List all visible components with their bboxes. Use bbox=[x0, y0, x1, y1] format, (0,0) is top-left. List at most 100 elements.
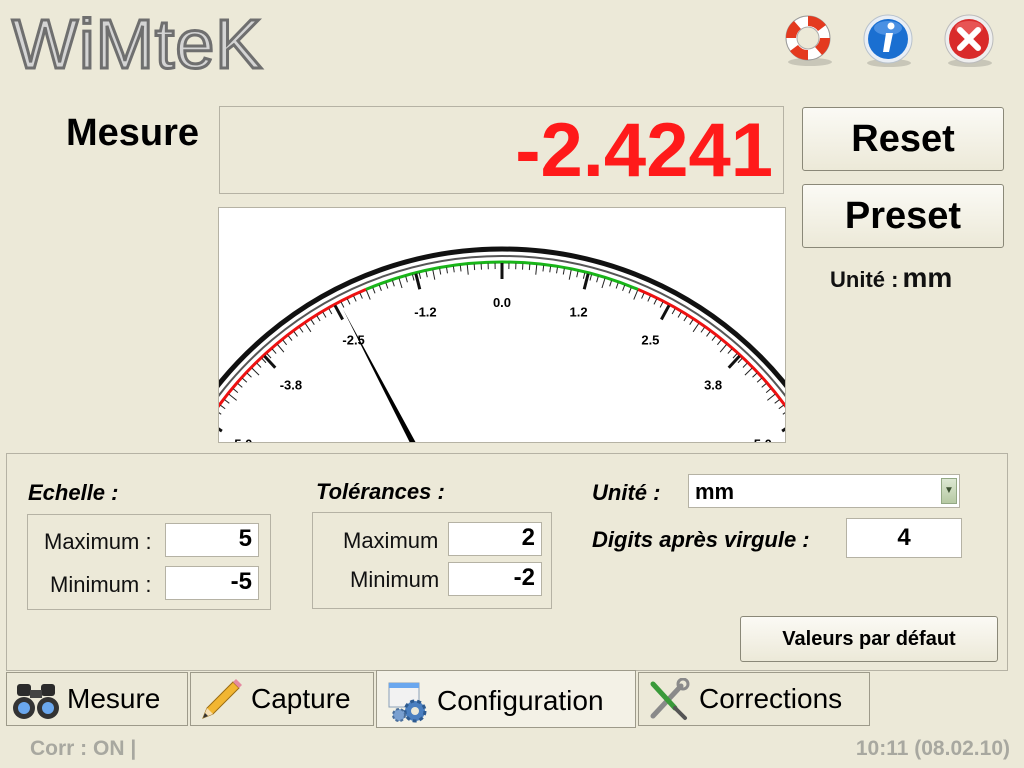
gauge-tick bbox=[322, 312, 327, 318]
unit-select-value: mm bbox=[695, 479, 735, 504]
gauge-tick bbox=[727, 348, 733, 354]
echelle-max-label: Maximum : bbox=[44, 529, 152, 554]
gauge-tick bbox=[282, 339, 288, 346]
gauge-tick bbox=[256, 362, 262, 368]
gauge-tick bbox=[228, 393, 237, 401]
gauge-major-tick bbox=[727, 354, 741, 369]
measure-label: Mesure bbox=[66, 112, 200, 154]
gauge-tick bbox=[671, 308, 676, 315]
tolerance-max-input[interactable]: 2 bbox=[448, 522, 542, 556]
gauge-tick-label: 5.0 bbox=[754, 437, 772, 442]
gauge-tick bbox=[659, 301, 664, 308]
status-correction: Corr : ON | bbox=[30, 737, 137, 760]
gauge-tick-label: 1.2 bbox=[570, 305, 588, 320]
gauge-tick bbox=[711, 335, 717, 341]
gauge-tick bbox=[782, 412, 785, 415]
gauge-tick bbox=[246, 372, 252, 378]
gauge-tick bbox=[359, 292, 363, 299]
gauge-tick bbox=[452, 266, 455, 273]
gauge-tick-label: 3.8 bbox=[704, 378, 722, 393]
tolerance-min-label: Minimum bbox=[350, 567, 440, 592]
tolerance-max-label: Maximum bbox=[343, 528, 439, 553]
gauge-tick bbox=[542, 265, 545, 272]
gauge-panel: -5.0-3.8-2.5-1.20.01.22.53.85.0 bbox=[218, 207, 786, 443]
tab-mesure[interactable]: Mesure bbox=[6, 672, 188, 726]
gauge-tick bbox=[372, 287, 376, 294]
gauge-tick bbox=[535, 264, 538, 275]
tab-label: Capture bbox=[251, 683, 351, 714]
gauge-tick-label: 0.0 bbox=[493, 295, 511, 310]
gauge-tick bbox=[622, 285, 626, 292]
gauge-tick bbox=[219, 412, 222, 415]
gauge-tick bbox=[549, 266, 552, 273]
gauge-tick bbox=[641, 292, 645, 299]
gauge-tick bbox=[405, 276, 408, 283]
gauge-tick bbox=[700, 327, 705, 333]
gauge-tick bbox=[378, 285, 382, 292]
gauge-tick bbox=[328, 308, 333, 315]
gauge-tick bbox=[277, 344, 285, 353]
gauge-tick bbox=[716, 339, 722, 346]
gauge-tick bbox=[418, 272, 422, 279]
gauge-tick bbox=[767, 393, 776, 401]
info-icon[interactable] bbox=[860, 12, 916, 68]
tab-configuration[interactable]: Configuration bbox=[376, 670, 636, 728]
gauge-inner-ring bbox=[219, 255, 785, 398]
gauge-tick bbox=[293, 331, 298, 337]
tab-label: Corrections bbox=[699, 683, 843, 714]
gauge-tick bbox=[761, 383, 767, 388]
gauge-tick bbox=[385, 282, 389, 289]
digits-input[interactable]: 4 bbox=[846, 518, 962, 558]
gauge-tick bbox=[576, 271, 579, 278]
chevron-down-icon[interactable]: ▼ bbox=[941, 478, 957, 504]
help-lifebuoy-icon[interactable] bbox=[780, 12, 836, 68]
gauge-tick bbox=[706, 331, 711, 337]
gauge-tick bbox=[459, 265, 462, 272]
gauge-tick bbox=[224, 399, 230, 404]
gauge-tick bbox=[609, 280, 613, 287]
preset-button[interactable]: Preset bbox=[802, 184, 1004, 248]
unit-config-label: Unité : bbox=[592, 480, 661, 505]
gauge-tick-label: -1.2 bbox=[414, 305, 436, 320]
gauge-tick-label: -3.8 bbox=[280, 378, 302, 393]
tolerance-min-input[interactable]: -2 bbox=[448, 562, 542, 596]
gauge-tick bbox=[391, 280, 395, 287]
status-datetime: 10:11 (08.02.10) bbox=[855, 737, 1010, 760]
measure-display: -2.4241 bbox=[219, 106, 784, 194]
gauge-major-tick bbox=[333, 304, 344, 321]
measure-value: -2.4241 bbox=[515, 108, 773, 193]
reset-button[interactable]: Reset bbox=[802, 107, 1004, 171]
gauge-tick bbox=[562, 268, 565, 275]
tab-capture[interactable]: Capture bbox=[190, 672, 374, 726]
analog-gauge: -5.0-3.8-2.5-1.20.01.22.53.85.0 bbox=[219, 246, 785, 442]
tab-label: Configuration bbox=[437, 685, 604, 716]
gauge-major-tick bbox=[263, 354, 277, 369]
gauge-tick bbox=[582, 272, 586, 279]
gauge-tick bbox=[628, 287, 632, 294]
gauge-tick bbox=[365, 290, 371, 300]
gauge-tick bbox=[310, 319, 315, 325]
gauge-tick bbox=[287, 335, 293, 341]
gauge-tick bbox=[756, 377, 762, 383]
gauge-tick-label: -5.0 bbox=[230, 437, 252, 442]
gauge-tick bbox=[271, 348, 277, 354]
gauge-tick bbox=[466, 264, 469, 275]
gauge-tick bbox=[425, 271, 428, 278]
gauge-tick bbox=[237, 383, 243, 388]
gauge-tick bbox=[774, 399, 780, 404]
echelle-max-input[interactable]: 5 bbox=[165, 523, 259, 557]
gauge-tick bbox=[742, 362, 748, 368]
gauge-tick bbox=[778, 404, 784, 410]
unit-select[interactable]: mm ▼ bbox=[688, 474, 960, 508]
tab-corrections[interactable]: Corrections bbox=[638, 672, 870, 726]
gauge-tick bbox=[596, 276, 599, 283]
default-values-button[interactable]: Valeurs par défaut bbox=[740, 616, 998, 662]
gauge-tick bbox=[304, 323, 312, 333]
gauge-tick bbox=[653, 298, 658, 305]
echelle-min-input[interactable]: -5 bbox=[165, 566, 259, 600]
close-icon[interactable] bbox=[941, 12, 997, 68]
gauge-tick bbox=[589, 274, 593, 281]
gauge-tick bbox=[353, 295, 357, 302]
digits-label: Digits après virgule : bbox=[592, 527, 810, 552]
gauge-needle bbox=[342, 309, 416, 442]
